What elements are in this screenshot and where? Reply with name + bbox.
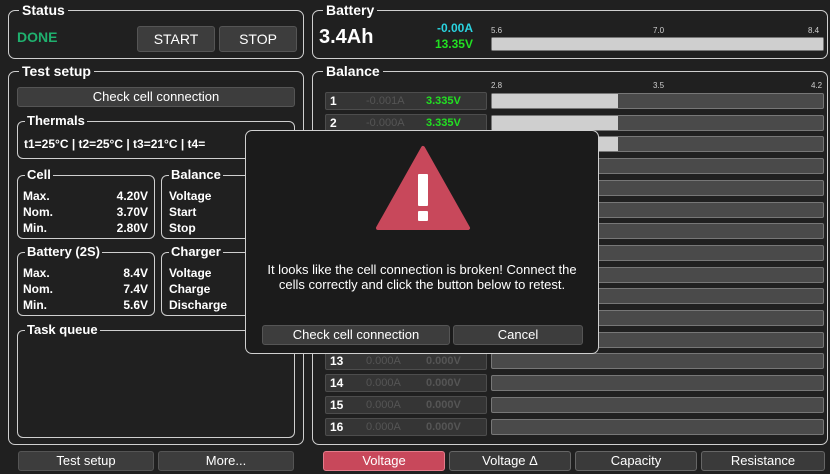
tab-resistance[interactable]: Resistance [701, 451, 825, 471]
cell-current: 0.000A [366, 355, 401, 367]
dialog-message: It looks like the cell connection is bro… [267, 262, 577, 292]
cell-voltage: 3.335V [426, 95, 461, 107]
dialog-cancel-button[interactable]: Cancel [453, 325, 583, 345]
battery-current: -0.00A [436, 21, 473, 35]
connection-error-dialog: It looks like the cell connection is bro… [245, 130, 599, 354]
cell-current: -0.001A [366, 95, 405, 107]
battery-voltage-bar [491, 37, 824, 51]
thermals-title: Thermals [25, 113, 87, 128]
cell-voltage-bar [491, 419, 824, 435]
cell-voltage-bar [491, 353, 824, 369]
charger-voltage-label: Voltage [169, 266, 212, 280]
cell-voltage: 0.000V [426, 421, 461, 433]
cell-voltage: 0.000V [426, 355, 461, 367]
cell-min-label: Min. [23, 221, 47, 235]
warning-icon [376, 146, 470, 230]
battery-2s-max-value: 8.4V [123, 266, 148, 280]
battery-scale-min: 5.6 [491, 26, 503, 35]
cell-readout: 15 0.000A 0.000V [325, 396, 487, 414]
dialog-check-cell-connection-button[interactable]: Check cell connection [262, 325, 450, 345]
more-button[interactable]: More... [158, 451, 294, 471]
cell-title: Cell [25, 167, 53, 182]
battery-2s-box: Battery (2S) Max. 8.4V Nom. 7.4V Min. 5.… [17, 245, 155, 316]
cell-voltage-bar [491, 115, 824, 131]
cell-current: 0.000A [366, 377, 401, 389]
tab-capacity[interactable]: Capacity [575, 451, 697, 471]
cell-voltage: 3.335V [426, 117, 461, 129]
balance-scale-min: 2.8 [491, 81, 503, 90]
cell-voltage-bar-fill [492, 116, 618, 130]
cell-readout: 14 0.000A 0.000V [325, 374, 487, 392]
status-panel: Status DONE START STOP [8, 2, 304, 59]
cell-nom-label: Nom. [23, 205, 53, 219]
balance-voltage-label: Voltage [169, 189, 212, 203]
test-setup-button[interactable]: Test setup [18, 451, 154, 471]
cell-readout: 16 0.000A 0.000V [325, 418, 487, 436]
battery-2s-min-label: Min. [23, 298, 47, 312]
battery-capacity: 3.4Ah [319, 26, 374, 48]
balance-scale-max: 4.2 [811, 81, 823, 90]
cell-max-label: Max. [23, 189, 50, 203]
cell-current: 0.000A [366, 421, 401, 433]
battery-title: Battery [323, 2, 378, 18]
battery-panel: Battery 3.4Ah -0.00A 13.35V 5.6 7.0 8.4 [312, 2, 828, 59]
cell-number: 2 [330, 116, 337, 130]
test-setup-title: Test setup [19, 63, 94, 79]
cell-readout: 13 0.000A 0.000V [325, 352, 487, 370]
battery-2s-nom-label: Nom. [23, 282, 53, 296]
cell-voltage-bar [491, 375, 824, 391]
cell-voltage-bar [491, 397, 824, 413]
balance-stop-label: Stop [169, 221, 196, 235]
battery-voltage-bar-fill [492, 38, 823, 50]
stop-button[interactable]: STOP [219, 26, 297, 52]
cell-current: -0.000A [366, 117, 405, 129]
cell-row: 14 0.000A 0.000V [325, 374, 825, 392]
cell-row: 15 0.000A 0.000V [325, 396, 825, 414]
cell-voltage: 0.000V [426, 377, 461, 389]
cell-current: 0.000A [366, 399, 401, 411]
cell-voltage-bar [491, 93, 824, 109]
battery-2s-nom-value: 7.4V [123, 282, 148, 296]
charger-charge-label: Charge [169, 282, 211, 296]
battery-2s-max-label: Max. [23, 266, 50, 280]
cell-readout: 1 -0.001A 3.335V [325, 92, 487, 110]
cell-number: 13 [330, 354, 344, 368]
battery-2s-min-value: 5.6V [123, 298, 148, 312]
cell-number: 16 [330, 420, 344, 434]
status-state: DONE [17, 29, 58, 45]
cell-row: 1 -0.001A 3.335V [325, 92, 825, 110]
status-title: Status [19, 2, 68, 18]
balance-scale-mid: 3.5 [653, 81, 665, 90]
battery-2s-title: Battery (2S) [25, 244, 102, 259]
cell-nom-value: 3.70V [116, 205, 148, 219]
check-cell-connection-button[interactable]: Check cell connection [17, 87, 295, 107]
cell-min-value: 2.80V [116, 221, 148, 235]
cell-number: 15 [330, 398, 344, 412]
balance-settings-title: Balance [169, 167, 223, 182]
charger-discharge-label: Discharge [169, 298, 228, 312]
task-queue-title: Task queue [25, 322, 100, 337]
cell-box: Cell Max. 4.20V Nom. 3.70V Min. 2.80V [17, 168, 155, 239]
cell-voltage-bar-fill [492, 94, 618, 108]
tab-voltage-delta[interactable]: Voltage Δ [449, 451, 571, 471]
thermals-values: t1=25°C | t2=25°C | t3=21°C | t4= [24, 137, 206, 151]
cell-voltage: 0.000V [426, 399, 461, 411]
cell-row: 16 0.000A 0.000V [325, 418, 825, 436]
cell-number: 1 [330, 94, 337, 108]
balance-title: Balance [323, 63, 383, 79]
battery-scale-mid: 7.0 [653, 26, 665, 35]
charger-title: Charger [169, 244, 223, 259]
tab-voltage[interactable]: Voltage [323, 451, 445, 471]
battery-voltage: 13.35V [434, 37, 473, 51]
balance-start-label: Start [169, 205, 197, 219]
cell-row: 13 0.000A 0.000V [325, 352, 825, 370]
cell-number: 14 [330, 376, 344, 390]
cell-max-value: 4.20V [116, 189, 148, 203]
battery-scale-max: 8.4 [808, 26, 820, 35]
start-button[interactable]: START [137, 26, 215, 52]
